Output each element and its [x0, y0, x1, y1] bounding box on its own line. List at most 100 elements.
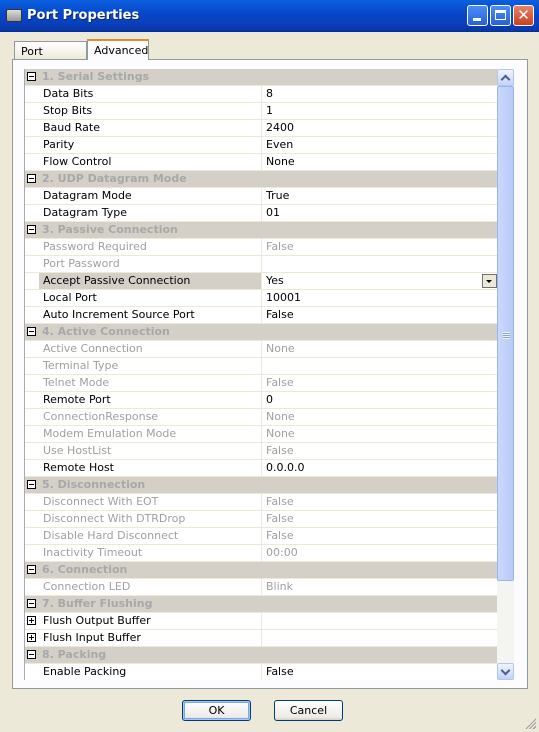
row-gutter: [25, 460, 39, 477]
category-label: 2. UDP Datagram Mode: [42, 172, 187, 185]
property-name: Parity: [39, 137, 262, 153]
property-name: Flush Output Buffer: [39, 613, 262, 629]
title-bar[interactable]: Port Properties ✕: [0, 0, 539, 32]
property-value[interactable]: 0: [262, 392, 498, 408]
property-name: Remote Port: [39, 392, 262, 408]
property-row[interactable]: Accept Passive Connection Yes: [25, 273, 498, 290]
close-icon: ✕: [517, 6, 530, 24]
property-value[interactable]: 01: [262, 205, 498, 221]
category-row[interactable]: 5. Disconnection: [25, 477, 498, 494]
property-row[interactable]: Port Password: [25, 256, 498, 273]
property-value[interactable]: None: [262, 154, 498, 170]
property-value[interactable]: False: [262, 664, 498, 680]
resize-grip-icon[interactable]: [524, 717, 536, 729]
property-name: Connection LED: [39, 579, 262, 595]
collapse-minus-icon[interactable]: [27, 225, 36, 234]
collapse-minus-icon[interactable]: [27, 565, 36, 574]
category-row[interactable]: 4. Active Connection: [25, 324, 498, 341]
minimize-button[interactable]: [467, 5, 488, 26]
row-gutter: [25, 256, 39, 273]
property-row[interactable]: Connection LED Blink: [25, 579, 498, 596]
row-gutter: [25, 545, 39, 562]
property-row[interactable]: Active Connection None: [25, 341, 498, 358]
expand-plus-icon[interactable]: [27, 616, 36, 625]
property-value[interactable]: Yes: [262, 273, 498, 289]
property-grid-scrollbar[interactable]: [497, 69, 514, 680]
property-row[interactable]: Terminal Type: [25, 358, 498, 375]
property-grid[interactable]: 1. Serial Settings Data Bits 8 Stop Bits 1 Ba…: [24, 69, 498, 680]
scroll-grip-icon: [503, 332, 510, 339]
property-row[interactable]: Telnet Mode False: [25, 375, 498, 392]
row-gutter: [25, 137, 39, 154]
property-row[interactable]: Auto Increment Source Port False: [25, 307, 498, 324]
property-row[interactable]: Disconnect With DTRDrop False: [25, 511, 498, 528]
category-row[interactable]: 6. Connection: [25, 562, 498, 579]
property-row[interactable]: Flush Output Buffer: [25, 613, 498, 630]
dropdown-arrow-icon[interactable]: [482, 274, 497, 288]
ok-button[interactable]: OK: [182, 700, 251, 721]
row-gutter: [25, 290, 39, 307]
collapse-minus-icon[interactable]: [27, 174, 36, 183]
property-row[interactable]: Use HostList False: [25, 443, 498, 460]
property-row[interactable]: Inactivity Timeout 00:00: [25, 545, 498, 562]
property-value[interactable]: 2400: [262, 120, 498, 136]
property-value[interactable]: False: [262, 307, 498, 323]
property-value[interactable]: [262, 630, 498, 646]
property-name: Use HostList: [39, 443, 262, 459]
property-row[interactable]: Disable Hard Disconnect False: [25, 528, 498, 545]
property-value[interactable]: Even: [262, 137, 498, 153]
property-row[interactable]: Datagram Mode True: [25, 188, 498, 205]
category-label: 7. Buffer Flushing: [42, 597, 153, 610]
property-row[interactable]: Datagram Type 01: [25, 205, 498, 222]
minimize-icon: [468, 6, 487, 25]
category-row[interactable]: 3. Passive Connection: [25, 222, 498, 239]
property-value[interactable]: 1: [262, 103, 498, 119]
property-row[interactable]: Flush Input Buffer: [25, 630, 498, 647]
category-label: 3. Passive Connection: [42, 223, 178, 236]
category-row[interactable]: 1. Serial Settings: [25, 69, 498, 86]
property-row[interactable]: Remote Port 0: [25, 392, 498, 409]
property-row[interactable]: Password Required False: [25, 239, 498, 256]
collapse-minus-icon[interactable]: [27, 650, 36, 659]
property-value[interactable]: 0.0.0.0: [262, 460, 498, 476]
row-gutter: [25, 477, 39, 494]
collapse-minus-icon[interactable]: [27, 327, 36, 336]
category-row[interactable]: 7. Buffer Flushing: [25, 596, 498, 613]
property-name: Datagram Mode: [39, 188, 262, 204]
property-value-text: False: [266, 665, 294, 678]
scroll-down-arrow-icon[interactable]: [497, 663, 514, 680]
property-row[interactable]: Data Bits 8: [25, 86, 498, 103]
scrollbar-thumb[interactable]: [497, 86, 514, 581]
cancel-button[interactable]: Cancel: [274, 700, 343, 721]
property-value[interactable]: [262, 613, 498, 629]
property-value[interactable]: 10001: [262, 290, 498, 306]
property-row[interactable]: Local Port 10001: [25, 290, 498, 307]
property-row[interactable]: Disconnect With EOT False: [25, 494, 498, 511]
property-value-text: False: [266, 240, 294, 253]
property-value: False: [262, 528, 498, 544]
property-row[interactable]: Enable Packing False: [25, 664, 498, 680]
property-row[interactable]: Remote Host 0.0.0.0: [25, 460, 498, 477]
property-row[interactable]: Stop Bits 1: [25, 103, 498, 120]
property-row[interactable]: Baud Rate 2400: [25, 120, 498, 137]
close-button[interactable]: ✕: [513, 5, 534, 26]
property-value[interactable]: True: [262, 188, 498, 204]
serial-port-icon: [6, 9, 22, 22]
property-row[interactable]: ConnectionResponse None: [25, 409, 498, 426]
collapse-minus-icon[interactable]: [27, 480, 36, 489]
property-row[interactable]: Modem Emulation Mode None: [25, 426, 498, 443]
row-gutter: [25, 307, 39, 324]
scroll-up-arrow-icon[interactable]: [497, 69, 514, 86]
category-label: 6. Connection: [42, 563, 128, 576]
tab-advanced[interactable]: Advanced: [87, 39, 149, 60]
tab-port-settings[interactable]: Port Settings: [14, 41, 87, 77]
collapse-minus-icon[interactable]: [27, 599, 36, 608]
maximize-button[interactable]: [490, 5, 511, 26]
expand-plus-icon[interactable]: [27, 633, 36, 642]
property-row[interactable]: Parity Even: [25, 137, 498, 154]
property-row[interactable]: Flow Control None: [25, 154, 498, 171]
category-row[interactable]: 8. Packing: [25, 647, 498, 664]
collapse-minus-icon[interactable]: [27, 72, 36, 81]
property-value[interactable]: 8: [262, 86, 498, 102]
category-row[interactable]: 2. UDP Datagram Mode: [25, 171, 498, 188]
